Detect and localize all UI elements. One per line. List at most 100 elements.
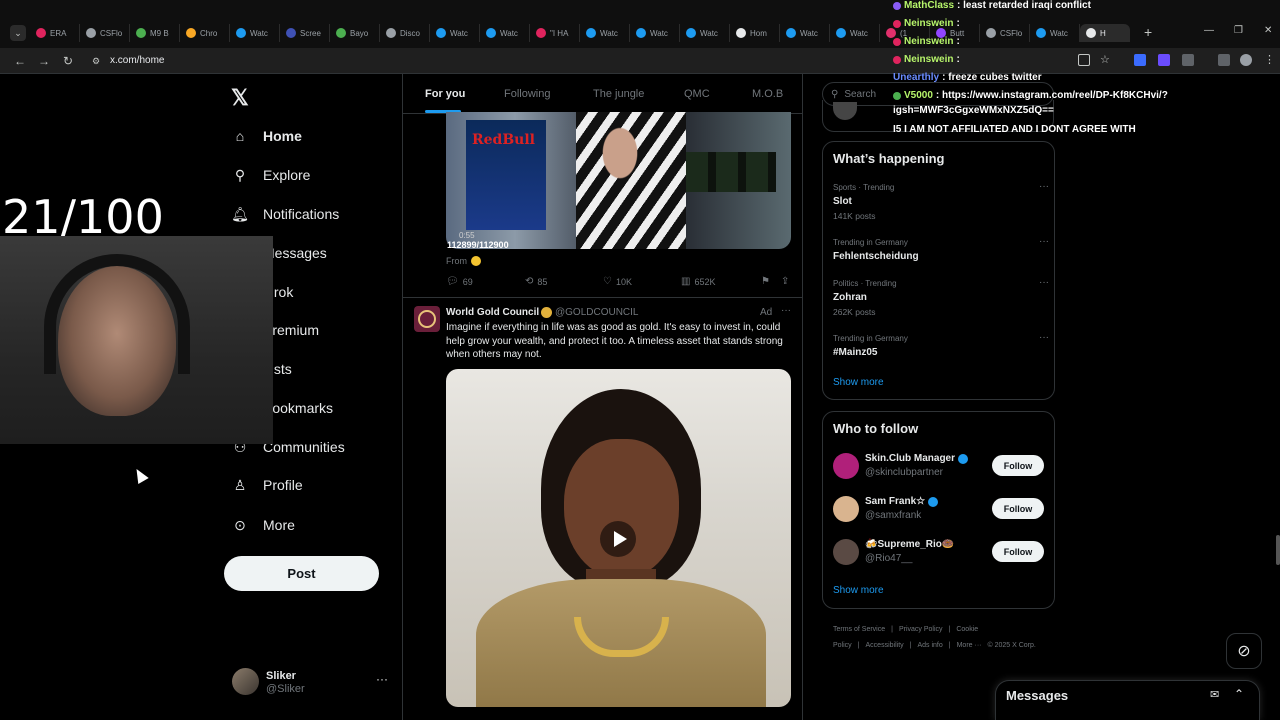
browser-tab[interactable]: H [1080, 24, 1130, 42]
post-button[interactable]: Post [224, 556, 379, 591]
cast-icon[interactable] [1078, 54, 1090, 66]
trend-item[interactable]: Trending in Germany Fehlentscheidung ··· [833, 236, 1049, 262]
browser-tab[interactable]: Disco [380, 24, 430, 42]
browser-tab[interactable]: Watc [680, 24, 730, 42]
url-field[interactable]: x.com/home [110, 55, 164, 66]
reply-button[interactable]: 💬︎ 69 [446, 276, 473, 287]
avatar[interactable] [833, 453, 859, 479]
repost-button[interactable]: ⟲ 85 [525, 276, 547, 287]
sidebar-item-explore[interactable]: ⚲ Explore [231, 163, 311, 187]
browser-tab[interactable]: Hom [730, 24, 780, 42]
close-window-icon[interactable]: ✕ [1264, 25, 1272, 36]
more-dots-icon[interactable]: ··· [376, 672, 388, 686]
scrollbar[interactable] [1276, 535, 1280, 565]
ad-video[interactable] [446, 369, 791, 707]
follow-button[interactable]: Follow [992, 541, 1044, 562]
trend-item[interactable]: Sports · Trending Slot 141K posts ··· [833, 181, 1049, 221]
forward-icon[interactable]: → [36, 53, 52, 69]
trend-item[interactable]: Trending in Germany #Mainz05 ··· [833, 332, 1049, 358]
sidebar-item-home[interactable]: ⌂ Home [231, 124, 302, 148]
extensions-puzzle-icon[interactable] [1182, 54, 1194, 66]
browser-tab[interactable]: CSFlo [80, 24, 130, 42]
avatar[interactable] [833, 496, 859, 522]
like-count: 10K [615, 276, 632, 287]
messages-drawer[interactable]: Messages ✉ ⌃ [995, 680, 1260, 720]
browser-menu-icon[interactable]: ⋮ [1264, 54, 1276, 66]
tweet-author-name[interactable]: World Gold Council [446, 307, 539, 318]
tab-title: Watc [500, 28, 518, 38]
tab-following[interactable]: Following [504, 88, 550, 100]
expand-icon[interactable]: ⌃ [1234, 687, 1244, 701]
follow-button[interactable]: Follow [992, 455, 1044, 476]
extension-icon-2[interactable] [1158, 54, 1170, 66]
footer-link[interactable]: Ads info [917, 642, 942, 649]
show-more-link[interactable]: Show more [833, 377, 884, 388]
reload-icon[interactable]: ↻ [60, 53, 76, 69]
trend-item[interactable]: Politics · Trending Zohran 262K posts ··· [833, 277, 1049, 317]
suggestion-name-row: 🍻Supreme_Rio🍩 [865, 539, 954, 550]
share-button[interactable]: ⇪ [781, 276, 789, 287]
site-info-icon[interactable]: ⚙ [88, 53, 104, 69]
more-dots-icon[interactable]: ··· [1039, 236, 1049, 247]
footer-link[interactable]: Privacy Policy [899, 626, 943, 633]
account-switcher[interactable]: Sliker @Sliker ··· [232, 668, 392, 698]
browser-tab[interactable]: Bayo [330, 24, 380, 42]
bookmark-star-icon[interactable]: ☆ [1100, 54, 1112, 66]
reading-list-icon[interactable] [1218, 54, 1230, 66]
footer-link[interactable]: Terms of Service [833, 626, 885, 633]
minimize-icon[interactable]: — [1204, 25, 1214, 36]
browser-tab[interactable]: Watc [830, 24, 880, 42]
browser-tab[interactable]: Watc [480, 24, 530, 42]
x-logo[interactable]: 𝕏 [231, 85, 249, 111]
browser-tab[interactable]: Watc [580, 24, 630, 42]
grok-float-button[interactable]: ⊘ [1226, 633, 1262, 669]
sidebar-item-notifications[interactable]: 🔔︎ Notifications [231, 202, 339, 226]
back-icon[interactable]: ← [12, 53, 28, 69]
tweet-video[interactable]: RedBull [446, 112, 791, 249]
browser-tab[interactable]: ERA [30, 24, 80, 42]
play-button[interactable] [600, 521, 636, 557]
new-tab-button[interactable]: + [1144, 24, 1152, 40]
address-bar-row: ← → ↻ ⚙ x.com/home ☆ ⋮ [0, 48, 1280, 74]
follow-suggestion[interactable]: Skin.Club Manager @skinclubpartner Follow [833, 453, 1045, 483]
tab-search-button[interactable]: ⌄ [10, 25, 26, 41]
browser-tab[interactable]: Watc [780, 24, 830, 42]
tab-for-you[interactable]: For you [425, 88, 465, 100]
extension-icon-1[interactable] [1134, 54, 1146, 66]
tab-mob[interactable]: M.O.B [752, 88, 783, 100]
tab-the-jungle[interactable]: The jungle [593, 88, 644, 100]
bookmark-button[interactable]: ⚑ [761, 276, 770, 287]
browser-tab[interactable]: "I HA [530, 24, 580, 42]
more-dots-icon[interactable]: ··· [1039, 332, 1049, 343]
views-button[interactable]: ▥ 652K [681, 276, 715, 287]
sidebar-item-more[interactable]: ⊙ More [231, 513, 295, 537]
compose-message-icon[interactable]: ✉ [1210, 688, 1219, 701]
browser-tab[interactable]: Watc [630, 24, 680, 42]
tab-qmc[interactable]: QMC [684, 88, 710, 100]
browser-tab[interactable]: Watc [230, 24, 280, 42]
follow-suggestion[interactable]: 🍻Supreme_Rio🍩 @Rio47__ Follow [833, 539, 1045, 569]
video-source[interactable]: From [446, 256, 481, 266]
browser-tab[interactable]: Watc [430, 24, 480, 42]
tab-favicon-icon [36, 28, 46, 38]
avatar[interactable] [833, 539, 859, 565]
avatar[interactable] [414, 306, 440, 332]
show-more-link[interactable]: Show more [833, 585, 884, 596]
more-dots-icon[interactable]: ··· [781, 305, 791, 316]
browser-profile-avatar[interactable] [1240, 54, 1252, 66]
footer-link[interactable]: More ··· [957, 642, 982, 649]
browser-tab[interactable]: M9 B [130, 24, 180, 42]
like-button[interactable]: ♡ 10K [603, 276, 632, 287]
browser-tab[interactable]: Scree [280, 24, 330, 42]
browser-tab[interactable]: Chro [180, 24, 230, 42]
browser-tab[interactable]: CSFlo [980, 24, 1030, 42]
restore-icon[interactable]: ❐ [1234, 25, 1243, 36]
more-dots-icon[interactable]: ··· [1039, 181, 1049, 192]
sidebar-item-profile[interactable]: ♙ Profile [231, 473, 303, 497]
more-dots-icon[interactable]: ··· [1039, 277, 1049, 288]
browser-tab[interactable]: Watc [1030, 24, 1080, 42]
tweet-author-handle[interactable]: @GOLDCOUNCIL [555, 307, 639, 318]
follow-suggestion[interactable]: Sam Frank☆ @samxfrank Follow [833, 496, 1045, 526]
follow-button[interactable]: Follow [992, 498, 1044, 519]
footer-link[interactable]: Accessibility [866, 642, 904, 649]
